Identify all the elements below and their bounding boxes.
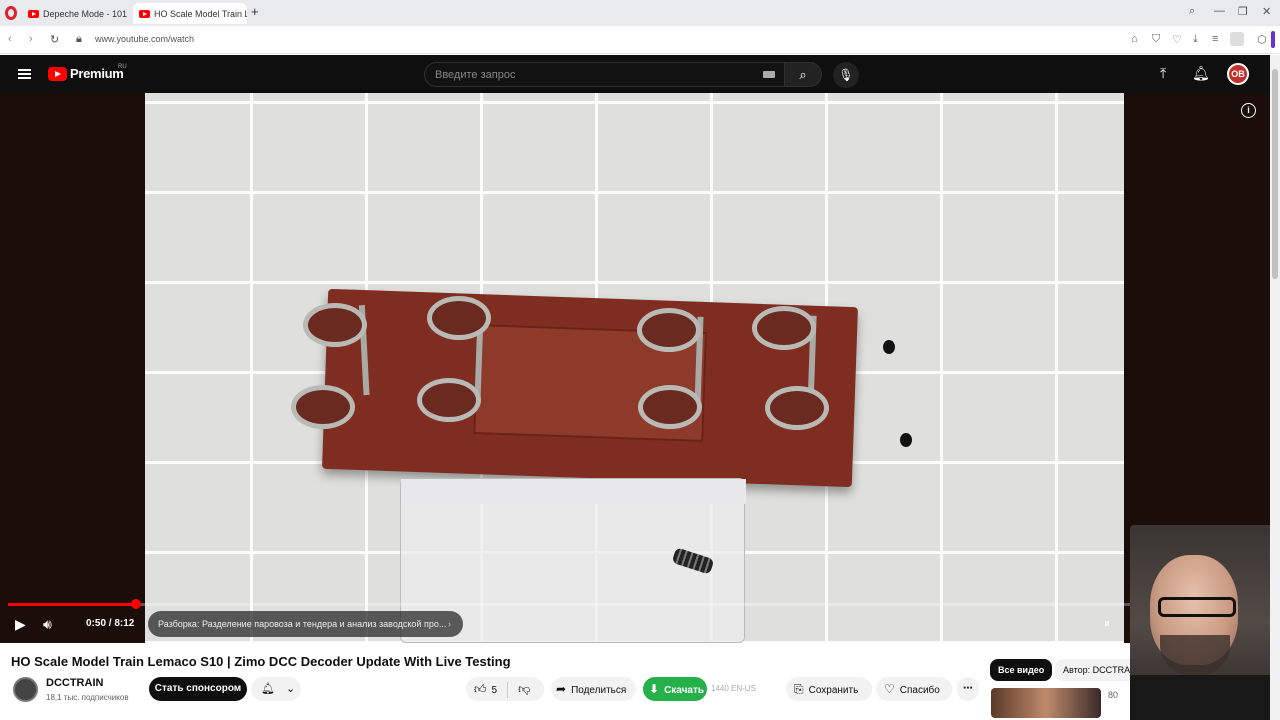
youtube-favicon-icon	[28, 9, 39, 18]
save-label: Сохранить	[808, 685, 859, 696]
home-icon[interactable]: ⌂	[1131, 33, 1138, 45]
wheel	[765, 386, 829, 430]
search-button[interactable]: ⌕	[784, 62, 822, 87]
wheel	[638, 385, 702, 429]
search-input[interactable]: Введите запрос	[424, 62, 786, 87]
play-icon[interactable]: ▶	[15, 616, 26, 633]
close-window-icon[interactable]: ✕	[1262, 5, 1271, 18]
like-dislike-group: 👍︎ 5 👎︎	[466, 677, 544, 701]
download-button[interactable]: ⬇ Скачать	[643, 677, 707, 701]
save-button[interactable]: ⎘ Сохранить	[786, 677, 872, 701]
share-button[interactable]: ➦ Поделиться	[551, 677, 636, 701]
chapter-title-button[interactable]: Разборка: Разделение паровоза и тендера …	[148, 611, 463, 637]
thanks-button[interactable]: ♡ Спасибо	[876, 677, 952, 701]
forward-icon[interactable]: ›	[29, 33, 33, 45]
video-frame[interactable]	[145, 93, 1124, 643]
dislike-icon[interactable]: 👎︎	[518, 682, 530, 696]
maximize-icon[interactable]: ❐	[1238, 5, 1248, 18]
url-field[interactable]: www.youtube.com/watch	[95, 34, 194, 44]
thanks-heart-icon: ♡	[884, 682, 895, 696]
autoplay-toggle-icon[interactable]: ⏸	[1104, 616, 1110, 631]
progress-bar[interactable]	[8, 599, 1262, 609]
download-icon[interactable]: ⤓	[1193, 33, 1198, 46]
sidebar-accent	[1271, 31, 1275, 48]
sponsor-button[interactable]: Стать спонсором	[149, 677, 247, 701]
volume-icon[interactable]: 🔊︎	[43, 616, 52, 633]
wheel	[291, 385, 355, 429]
bookmark-icon: ⎘	[794, 682, 804, 696]
wheel	[417, 378, 481, 422]
back-icon[interactable]: ‹	[8, 33, 12, 45]
share-icon: ➦	[556, 682, 567, 696]
minimize-icon[interactable]: —	[1214, 5, 1225, 17]
channel-avatar[interactable]	[13, 677, 38, 702]
account-avatar[interactable]: OB	[1227, 63, 1249, 85]
progress-played	[8, 603, 136, 606]
more-actions-button[interactable]: ⋯	[957, 677, 979, 701]
opera-logo-icon[interactable]	[5, 6, 17, 20]
address-bar: ‹ › ↻ 🔒︎ www.youtube.com/watch ⌂ ⛉ ♡ ⤓ ≡…	[0, 26, 1280, 54]
video-player[interactable]: i ▶ 🔊︎ 0:50 / 8:12 Разборка: Разделение …	[0, 93, 1270, 643]
lock-icon: 🔒︎	[76, 33, 82, 45]
webcam-overlay	[1130, 525, 1270, 720]
youtube-brand[interactable]: Premium	[70, 66, 124, 81]
download-quality[interactable]: 1440 EN-US	[711, 684, 756, 693]
download-arrow-icon: ⬇	[649, 682, 660, 696]
masthead: Premium RU Введите запрос ⌕ 🎙︎ ⤒ 🔔︎ OB	[0, 55, 1270, 93]
like-icon[interactable]: 👍︎	[474, 682, 487, 696]
tab-search-icon[interactable]: ⌕	[1189, 5, 1195, 18]
heart-icon[interactable]: ♡	[1172, 33, 1182, 46]
upload-icon[interactable]: ⤒	[1160, 65, 1166, 82]
share-label: Поделиться	[571, 685, 627, 696]
menu-icon[interactable]: ≡	[1212, 33, 1218, 45]
microphone-icon[interactable]: 🎙︎	[833, 62, 859, 88]
extensions-icon[interactable]: ⬡	[1257, 33, 1267, 46]
scrollbar-thumb[interactable]	[1272, 69, 1278, 279]
channel-name[interactable]: DCCTRAIN	[46, 677, 103, 689]
subscriber-count: 18,1 тыс. подписчиков	[46, 693, 129, 702]
tab-depeche-mode[interactable]: Depeche Mode - 101 - A	[22, 3, 130, 24]
video-title: HO Scale Model Train Lemaco S10 | Zimo D…	[11, 654, 511, 669]
youtube-favicon-icon	[139, 9, 150, 18]
new-tab-button[interactable]: +	[251, 5, 259, 19]
time-display: 0:50 / 8:12	[86, 618, 135, 629]
progress-scrubber[interactable]	[130, 599, 141, 609]
chip-all-videos[interactable]: Все видео	[990, 659, 1053, 681]
reload-icon[interactable]: ↻	[50, 33, 59, 46]
thanks-label: Спасибо	[899, 685, 940, 696]
info-icon[interactable]: i	[1241, 103, 1256, 118]
search-placeholder: Введите запрос	[435, 69, 516, 81]
youtube-page: Premium RU Введите запрос ⌕ 🎙︎ ⤒ 🔔︎ OB i…	[0, 55, 1270, 720]
chevron-right-icon: ›	[448, 619, 451, 629]
subscription-bell-button[interactable]: 🔔︎ ⌄	[251, 677, 301, 701]
tab-active-video[interactable]: HO Scale Model Train Lem	[133, 3, 247, 24]
notifications-bell-icon[interactable]: 🔔︎	[1192, 65, 1210, 82]
page-scrollbar[interactable]	[1270, 55, 1280, 720]
wheel	[427, 296, 491, 340]
chapter-title: Разборка: Разделение паровоза и тендера …	[158, 619, 447, 629]
youtube-logo-icon[interactable]	[48, 67, 67, 81]
bell-icon: 🔔︎	[261, 683, 275, 695]
like-count[interactable]: 5	[492, 685, 498, 696]
tab-title: HO Scale Model Train Lem	[154, 8, 247, 19]
browser-tab-strip: Depeche Mode - 101 - A HO Scale Model Tr…	[0, 0, 1280, 26]
wheel	[303, 303, 367, 347]
region-code: RU	[118, 64, 127, 70]
tab-title: Depeche Mode - 101 - A	[43, 8, 130, 19]
hamburger-menu-icon[interactable]	[18, 69, 31, 79]
keyboard-icon[interactable]	[763, 71, 775, 78]
wheel	[752, 306, 816, 350]
related-video-meta: 80	[1108, 690, 1119, 700]
wheel	[637, 308, 701, 352]
download-label: Скачать	[664, 685, 705, 696]
profile-icon[interactable]	[1230, 32, 1244, 46]
related-video-thumbnail[interactable]	[991, 688, 1101, 718]
shield-icon[interactable]: ⛉	[1152, 33, 1160, 46]
chevron-down-icon: ⌄	[286, 683, 296, 695]
